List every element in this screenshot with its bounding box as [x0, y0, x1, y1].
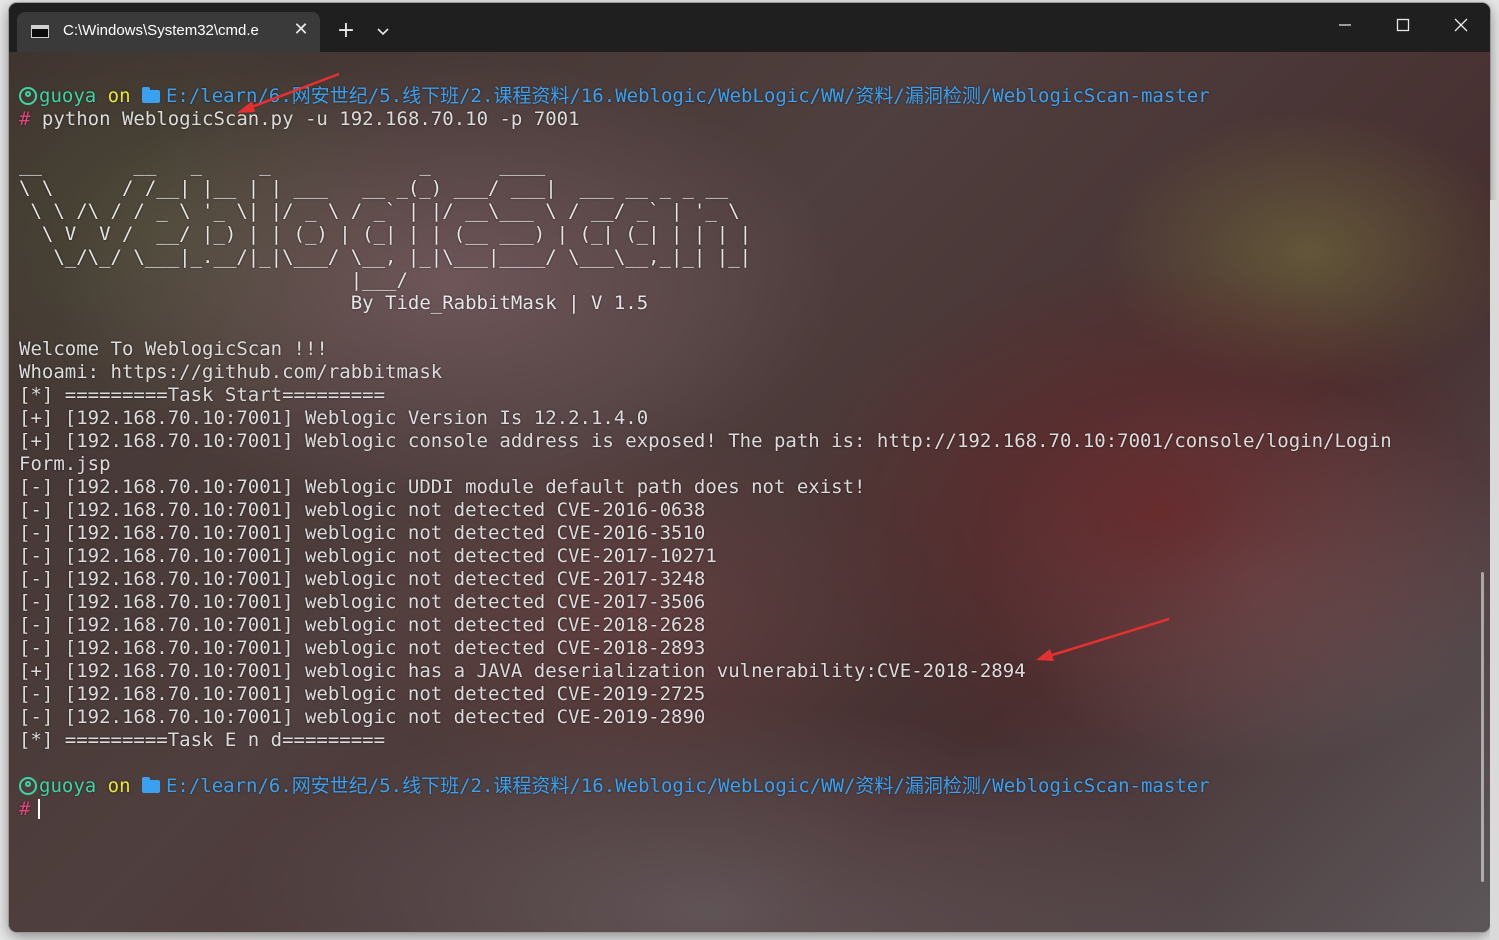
annotation-arrow-vulnerability — [1036, 617, 1170, 661]
terminal-window: C:\Windows\System32\cmd.e ✕ + guoya on E… — [9, 3, 1490, 932]
close-button[interactable] — [1432, 3, 1490, 43]
maximize-icon — [1396, 18, 1410, 32]
title-bar: C:\Windows\System32\cmd.e ✕ + — [9, 3, 1490, 52]
terminal-icon — [31, 25, 49, 38]
new-tab-button[interactable]: + — [333, 18, 359, 44]
terminal-output-area[interactable]: guoya on E:/learn/6.网安世纪/5.线下班/2.课程资料/16… — [9, 52, 1490, 932]
tab-dropdown-button[interactable] — [371, 18, 395, 44]
minimize-button[interactable] — [1316, 3, 1374, 43]
maximize-button[interactable] — [1374, 3, 1432, 43]
tab-title: C:\Windows\System32\cmd.e — [63, 22, 259, 39]
background-window-edge — [1490, 200, 1499, 940]
chevron-down-icon — [377, 28, 389, 36]
scrollbar[interactable] — [1481, 572, 1484, 882]
minimize-icon — [1339, 24, 1351, 26]
tab-close-icon[interactable]: ✕ — [289, 18, 313, 42]
tab-cmd[interactable]: C:\Windows\System32\cmd.e ✕ — [17, 12, 320, 52]
close-icon — [1454, 18, 1468, 32]
